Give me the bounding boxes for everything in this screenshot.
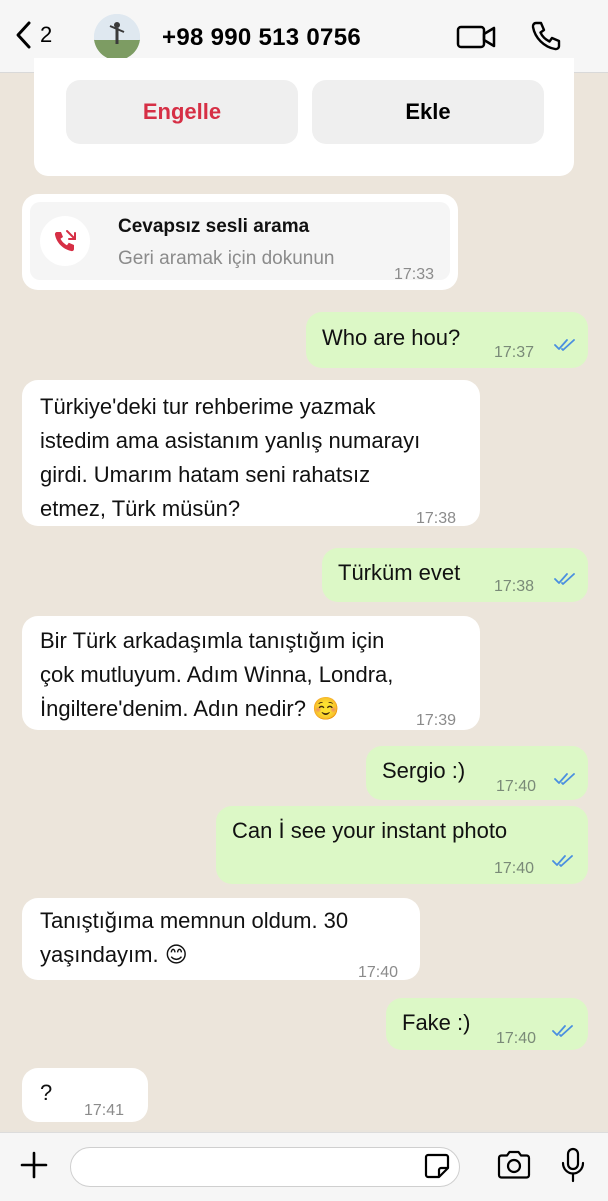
missed-call-icon [40, 216, 90, 266]
message-line: çok mutluyum. Adım Winna, Londra, [40, 662, 394, 687]
message-time: 17:38 [494, 578, 535, 595]
add-contact-button[interactable]: Ekle [312, 80, 544, 144]
message-time: 17:40 [358, 964, 399, 981]
message-bubble-outgoing[interactable]: Can İ see your instant photo 17:40 [216, 806, 588, 884]
camera-button[interactable] [496, 1149, 532, 1186]
double-check-icon [554, 573, 575, 585]
message-text: Who are hou? [322, 325, 461, 350]
message-line: etmez, Türk müsün? [40, 496, 241, 521]
message-text: Can İ see your instant photo [232, 818, 508, 843]
mic-button[interactable] [560, 1147, 586, 1190]
avatar-photo [94, 14, 140, 60]
message-bubble-incoming[interactable]: Türkiye'deki tur rehberime yazmak istedi… [22, 380, 480, 527]
unread-count: 2 [40, 22, 53, 47]
message-text: Sergio :) [382, 758, 466, 783]
double-check-icon [554, 773, 575, 785]
phone-icon [531, 21, 561, 51]
message-line: İngiltere'denim. Adın nedir? ☺️ [40, 696, 340, 721]
camera-icon [497, 1150, 531, 1179]
message-bubble-outgoing[interactable]: Türküm evet 17:38 [322, 548, 588, 602]
message-text: Türkiye'deki tur rehberime yazmak istedi… [40, 390, 420, 526]
block-button[interactable]: Engelle [66, 80, 298, 144]
plus-icon [20, 1151, 48, 1179]
mic-icon [561, 1147, 585, 1183]
double-check-icon [552, 1025, 573, 1037]
message-line: girdi. Umarım hatam seni rahatsız [40, 462, 371, 487]
message-input[interactable] [70, 1147, 460, 1187]
message-line: istedim ama asistanım yanlış numarayı [40, 428, 421, 453]
message-input-bar [0, 1132, 608, 1201]
sticker-button[interactable] [424, 1153, 450, 1184]
message-line: Bir Türk arkadaşımla tanıştığım için [40, 628, 385, 653]
missed-call-box[interactable]: Cevapsız sesli arama Geri aramak için do… [30, 202, 450, 283]
message-time: 17:40 [496, 778, 537, 795]
avatar[interactable] [94, 14, 140, 60]
message-bubble-incoming[interactable]: Bir Türk arkadaşımla tanıştığım için çok… [22, 616, 480, 730]
message-time: 17:33 [393, 266, 434, 283]
missed-call-message[interactable]: Cevapsız sesli arama Geri aramak için do… [22, 194, 458, 290]
message-time: 17:37 [494, 344, 535, 361]
message-time: 17:41 [84, 1102, 125, 1119]
missed-call-subtitle: Geri aramak için dokunun [118, 248, 335, 269]
message-line: Türkiye'deki tur rehberime yazmak [40, 394, 376, 419]
missed-call-title: Cevapsız sesli arama [118, 216, 310, 237]
message-text: Bir Türk arkadaşımla tanıştığım için çok… [40, 624, 393, 726]
message-text: ? [40, 1080, 53, 1105]
video-icon [456, 25, 496, 49]
message-bubble-incoming[interactable]: Tanıştığıma memnun oldum. 30 yaşındayım.… [22, 898, 420, 981]
double-check-icon [552, 855, 573, 867]
message-text: Türküm evet [338, 560, 461, 585]
attach-button[interactable] [16, 1147, 52, 1188]
message-bubble-outgoing[interactable]: Fake :) 17:40 [386, 998, 588, 1050]
message-text: Fake :) [402, 1010, 471, 1035]
contact-name[interactable]: +98 990 513 0756 [162, 24, 361, 52]
message-time: 17:40 [496, 1030, 537, 1047]
voice-call-button[interactable] [530, 20, 562, 57]
message-bubble-outgoing[interactable]: Who are hou? 17:37 [306, 312, 588, 368]
message-time: 17:40 [494, 860, 535, 877]
message-bubble-incoming[interactable]: ? 17:41 [22, 1068, 148, 1122]
back-button[interactable]: 2 [14, 20, 52, 50]
chevron-left-icon [16, 21, 31, 49]
sticker-icon [424, 1153, 450, 1179]
message-text: Tanıştığıma memnun oldum. 30 yaşındayım.… [40, 904, 348, 972]
video-call-button[interactable] [456, 24, 496, 55]
message-line: Tanıştığıma memnun oldum. 30 [40, 908, 349, 933]
message-time: 17:39 [416, 712, 457, 729]
message-line: yaşındayım. 😊 [40, 942, 188, 967]
message-time: 17:38 [416, 510, 457, 527]
double-check-icon [554, 339, 575, 351]
unknown-contact-card: Engelle Ekle [34, 58, 574, 176]
message-bubble-outgoing[interactable]: Sergio :) 17:40 [366, 746, 588, 800]
